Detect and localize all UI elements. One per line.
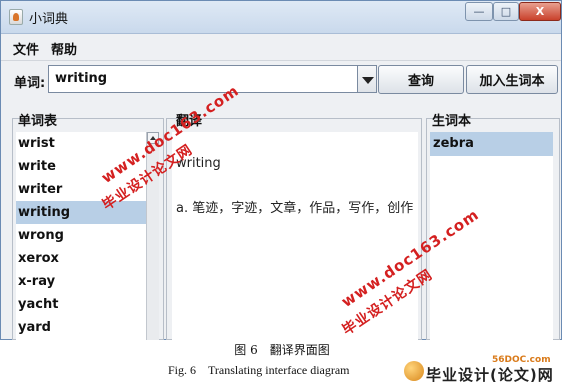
add-to-vocab-button[interactable]: 加入生词本: [466, 65, 558, 94]
word-label: 单词:: [14, 76, 46, 91]
vocab-title: 生词本: [432, 114, 472, 129]
maximize-button[interactable]: □: [493, 2, 519, 21]
list-item[interactable]: x-ray: [16, 270, 146, 293]
java-app-icon: [9, 9, 23, 25]
list-item[interactable]: yard: [16, 316, 146, 339]
list-item[interactable]: yacht: [16, 293, 146, 316]
menu-file[interactable]: 文件: [13, 39, 39, 58]
site-logo: 56DOC.com 毕业设计(论文)网: [404, 355, 564, 387]
query-button[interactable]: 查询: [378, 65, 464, 94]
word-input[interactable]: writing: [48, 65, 358, 93]
logo-text: 毕业设计(论文)网: [426, 366, 554, 384]
vocab-item-selected[interactable]: zebra: [430, 132, 553, 156]
translation-definition: a. 笔迹，字迹，文章，作品，写作，创作: [176, 201, 414, 216]
list-item[interactable]: xerox: [16, 247, 146, 270]
list-item[interactable]: wrong: [16, 224, 146, 247]
close-button[interactable]: X: [519, 2, 561, 21]
chevron-down-icon[interactable]: [357, 65, 377, 93]
list-item-selected[interactable]: writing: [16, 201, 146, 224]
menu-help[interactable]: 帮助: [51, 39, 77, 58]
title-bar: 小词典 — □ X: [1, 1, 561, 34]
menu-bar: 文件 帮助: [1, 34, 561, 61]
minimize-button[interactable]: —: [465, 2, 493, 21]
word-list-title: 单词表: [18, 114, 58, 129]
window-title: 小词典: [29, 12, 69, 27]
logo-seal-icon: [404, 361, 424, 381]
caption-en: Fig. 6 Translating interface diagram: [168, 363, 350, 377]
